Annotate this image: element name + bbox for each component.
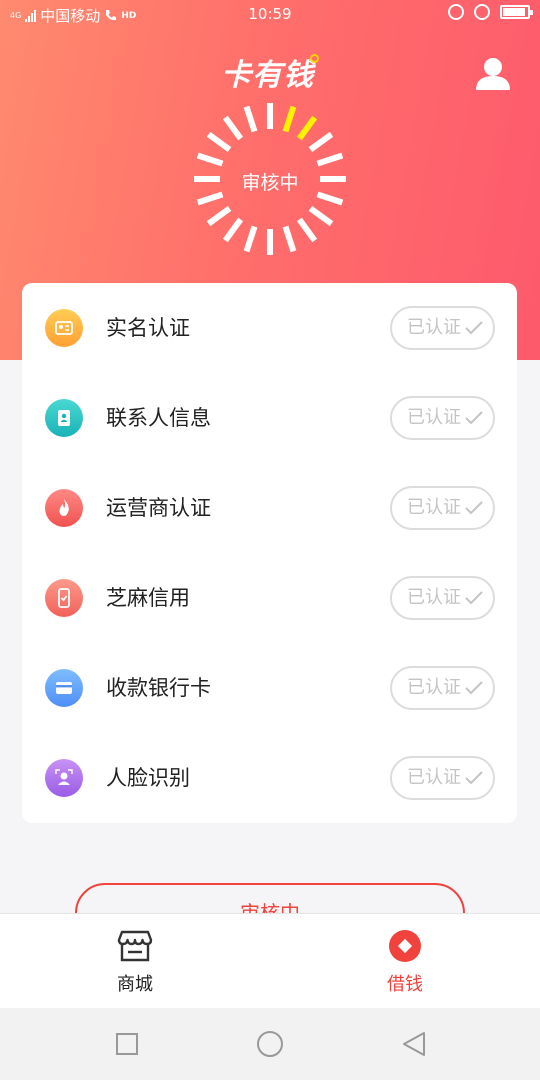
bank-card-icon bbox=[45, 669, 83, 707]
spinner-tick bbox=[243, 105, 258, 133]
review-status-text: 审核中 bbox=[241, 172, 299, 194]
flame-icon bbox=[45, 489, 83, 527]
battery-icon bbox=[500, 5, 533, 19]
spinner-tick bbox=[296, 115, 318, 141]
spinner-tick bbox=[282, 105, 297, 133]
person-icon[interactable] bbox=[474, 56, 512, 94]
spinner-tick bbox=[206, 205, 232, 227]
check-icon bbox=[465, 501, 483, 515]
logo-dot-icon bbox=[310, 54, 319, 63]
borrow-icon bbox=[389, 930, 421, 962]
id-card-icon bbox=[45, 309, 83, 347]
tab-borrow[interactable]: 借钱 bbox=[330, 914, 480, 1009]
system-nav-bar bbox=[0, 1008, 540, 1080]
verification-row[interactable]: 芝麻信用 已认证 bbox=[22, 553, 517, 643]
verification-row[interactable]: 收款银行卡 已认证 bbox=[22, 643, 517, 733]
check-icon bbox=[465, 771, 483, 785]
verified-status-text: 已认证 bbox=[407, 767, 461, 788]
verification-card: 实名认证 已认证 联系人信息 已认证 运营商认证 已认证 芝麻信用 已认证 收款银行卡 已认证 人脸… bbox=[22, 283, 517, 823]
check-icon bbox=[465, 411, 483, 425]
spinner-tick bbox=[296, 217, 318, 243]
verification-label: 实名认证 bbox=[106, 316, 190, 340]
verified-status-text: 已认证 bbox=[407, 497, 461, 518]
battery-level bbox=[503, 8, 525, 16]
check-icon bbox=[465, 681, 483, 695]
verified-badge[interactable]: 已认证 bbox=[390, 756, 495, 800]
verified-badge[interactable]: 已认证 bbox=[390, 396, 495, 440]
verification-label: 运营商认证 bbox=[106, 496, 211, 520]
verified-badge[interactable]: 已认证 bbox=[390, 576, 495, 620]
verification-row[interactable]: 运营商认证 已认证 bbox=[22, 463, 517, 553]
spinner-tick bbox=[308, 205, 334, 227]
home-icon[interactable] bbox=[256, 1030, 284, 1058]
bottom-tab-bar: 商城 借钱 bbox=[0, 913, 540, 1008]
verified-status-text: 已认证 bbox=[407, 407, 461, 428]
verified-status-text: 已认证 bbox=[407, 587, 461, 608]
recent-apps-icon[interactable] bbox=[113, 1030, 141, 1058]
spinner-tick bbox=[316, 191, 344, 206]
verification-row[interactable]: 实名认证 已认证 bbox=[22, 283, 517, 373]
app-logo: 卡有钱 bbox=[0, 50, 540, 94]
back-icon[interactable] bbox=[400, 1030, 428, 1058]
verification-label: 收款银行卡 bbox=[106, 676, 211, 700]
verification-row[interactable]: 联系人信息 已认证 bbox=[22, 373, 517, 463]
tab-store-label: 商城 bbox=[117, 974, 153, 995]
screen-lock-icon bbox=[448, 4, 464, 20]
spinner-tick bbox=[282, 225, 297, 253]
verified-badge[interactable]: 已认证 bbox=[390, 306, 495, 350]
spinner-tick bbox=[222, 115, 244, 141]
spinner-tick bbox=[206, 131, 232, 153]
verification-label: 芝麻信用 bbox=[106, 586, 190, 610]
spinner-tick bbox=[316, 152, 344, 167]
spinner-tick bbox=[196, 191, 224, 206]
verified-status-text: 已认证 bbox=[407, 677, 461, 698]
status-bar: 4G 中国移动 HD 10:59 bbox=[0, 0, 540, 28]
verified-badge[interactable]: 已认证 bbox=[390, 486, 495, 530]
brand-name: 卡有钱 bbox=[221, 58, 314, 93]
contacts-book-icon bbox=[45, 399, 83, 437]
spinner-tick bbox=[196, 152, 224, 167]
verified-status-text: 已认证 bbox=[407, 317, 461, 338]
spinner-tick bbox=[308, 131, 334, 153]
alarm-icon bbox=[474, 4, 490, 20]
store-icon bbox=[117, 930, 153, 962]
spinner-tick bbox=[243, 225, 258, 253]
verification-label: 联系人信息 bbox=[106, 406, 211, 430]
check-icon bbox=[465, 321, 483, 335]
verified-badge[interactable]: 已认证 bbox=[390, 666, 495, 710]
verification-row[interactable]: 人脸识别 已认证 bbox=[22, 733, 517, 823]
face-recognition-icon bbox=[45, 759, 83, 797]
spinner-tick bbox=[222, 217, 244, 243]
mobile-check-icon bbox=[45, 579, 83, 617]
check-icon bbox=[465, 591, 483, 605]
tab-store[interactable]: 商城 bbox=[60, 914, 210, 1009]
tab-borrow-label: 借钱 bbox=[387, 974, 423, 995]
verification-label: 人脸识别 bbox=[106, 766, 190, 790]
